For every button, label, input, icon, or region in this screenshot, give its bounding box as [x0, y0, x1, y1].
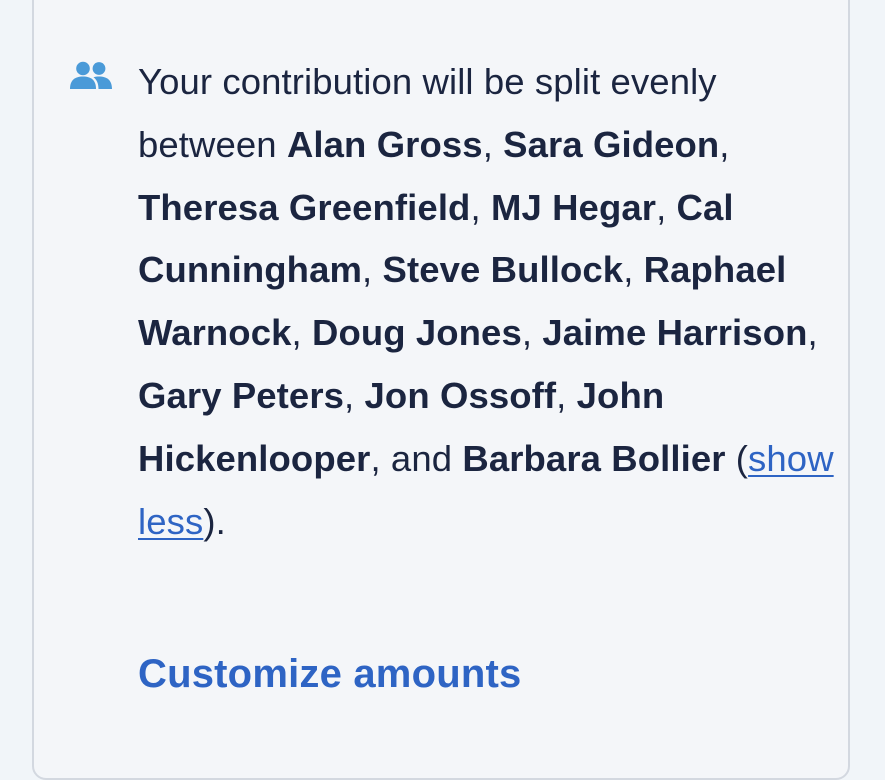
- candidate-name: Doug Jones: [311, 312, 522, 354]
- candidate-name: Jaime Harrison: [542, 312, 808, 354]
- candidate-name: Barbara Bollier: [462, 437, 726, 479]
- candidate-name: Jon Ossoff: [364, 374, 557, 416]
- candidate-name: Steve Bullock: [382, 249, 624, 291]
- conjunction-text: , and: [370, 437, 463, 479]
- users-icon: [69, 61, 113, 93]
- candidate-name: Sara Gideon: [503, 123, 720, 165]
- candidate-name: Alan Gross: [286, 123, 483, 165]
- candidate-name: MJ Hegar: [490, 186, 657, 228]
- candidate-name: Theresa Greenfield: [138, 186, 471, 228]
- customize-amounts-link[interactable]: Customize amounts: [138, 652, 521, 697]
- candidate-name: Gary Peters: [138, 374, 345, 416]
- paren-close: ).: [203, 500, 226, 542]
- split-message: Your contribution will be split evenly b…: [138, 61, 834, 542]
- paren-open: (: [725, 437, 749, 479]
